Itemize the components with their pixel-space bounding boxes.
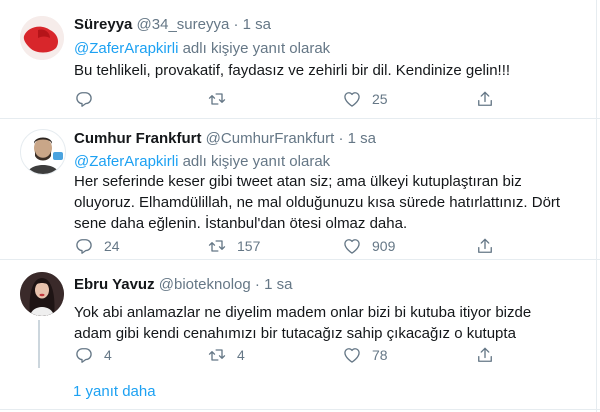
share-button[interactable]: [475, 343, 495, 367]
like-button[interactable]: 78: [342, 343, 388, 367]
mention-link[interactable]: @ZaferArapkirli: [74, 153, 178, 170]
reply-button[interactable]: 24: [74, 234, 120, 258]
retweet-count: 4: [237, 347, 245, 363]
timestamp[interactable]: · 1 sa: [234, 16, 272, 33]
tweet-text-line: Bu tehlikeli, provakatif, faydasız ve ze…: [74, 62, 511, 79]
tweet-actions: 24 157 909: [74, 234, 494, 258]
reply-count: 24: [104, 238, 120, 254]
retweet-icon: [208, 240, 226, 252]
like-icon: [344, 348, 360, 363]
tweet-actions: 25: [74, 87, 494, 111]
tweet-text: Bu tehlikeli, provakatif, faydasız ve ze…: [74, 60, 510, 81]
share-icon: [478, 347, 492, 362]
handle[interactable]: @CumhurFrankfurt: [206, 130, 335, 147]
retweet-button[interactable]: [207, 87, 237, 111]
display-name[interactable]: Cumhur Frankfurt: [74, 130, 202, 147]
like-button[interactable]: 25: [342, 87, 388, 111]
share-icon: [478, 238, 492, 253]
reply-context-text: adlı kişiye yanıt olarak: [178, 40, 331, 57]
reply-icon: [76, 92, 92, 107]
tweet-text: Yok abi anlamazlar ne diyelim madem onla…: [74, 302, 531, 344]
display-name[interactable]: Süreyya: [74, 16, 132, 33]
display-name[interactable]: Ebru Yavuz: [74, 276, 155, 293]
reply-context: @ZaferArapkirli adlı kişiye yanıt olarak: [74, 40, 330, 57]
reply-context: @ZaferArapkirli adlı kişiye yanıt olarak: [74, 153, 330, 170]
reply-count: 4: [104, 347, 112, 363]
like-count: 25: [372, 91, 388, 107]
share-button[interactable]: [475, 87, 495, 111]
tweet-2[interactable]: Cumhur Frankfurt @CumhurFrankfurt · 1 sa…: [0, 119, 600, 259]
handle[interactable]: @34_sureyya: [137, 16, 230, 33]
avatar[interactable]: [20, 272, 64, 316]
thread-line: [38, 320, 40, 368]
timestamp[interactable]: · 1 sa: [338, 130, 376, 147]
retweet-icon: [208, 93, 226, 105]
reply-button[interactable]: [74, 87, 104, 111]
tweet-text-line: sene daha eğlenin. İstanbul'dan ötesi ol…: [74, 215, 408, 232]
share-icon: [478, 91, 492, 106]
show-more-replies-link[interactable]: 1 yanıt daha: [73, 383, 156, 400]
tweet-header: Süreyya @34_sureyya · 1 sa: [74, 16, 271, 33]
like-icon: [344, 239, 360, 254]
tweet-text-line: Her seferinde keser gibi tweet atan siz;…: [74, 173, 522, 190]
handle[interactable]: @bioteknolog: [159, 276, 251, 293]
reply-context-text: adlı kişiye yanıt olarak: [178, 153, 331, 170]
tweet-text-line: Yok abi anlamazlar ne diyelim madem onla…: [74, 304, 532, 321]
tweet-1[interactable]: Süreyya @34_sureyya · 1 sa @ZaferArapkir…: [0, 0, 600, 118]
like-count: 909: [372, 238, 396, 254]
tweet-actions: 4 4 78: [74, 343, 494, 367]
like-button[interactable]: 909: [342, 234, 395, 258]
avatar[interactable]: [20, 129, 66, 175]
retweet-count: 157: [237, 238, 261, 254]
tweet-text: Her seferinde keser gibi tweet atan siz;…: [74, 171, 560, 234]
mention-link[interactable]: @ZaferArapkirli: [74, 40, 178, 57]
reply-icon: [76, 348, 92, 363]
avatar[interactable]: [20, 16, 64, 60]
retweet-icon: [208, 349, 226, 361]
divider: [0, 409, 600, 410]
timestamp[interactable]: · 1 sa: [255, 276, 293, 293]
tweet-text-line: adam gibi kendi cenahımızı bir tutacağız…: [74, 325, 516, 342]
tweet-header: Cumhur Frankfurt @CumhurFrankfurt · 1 sa: [74, 130, 376, 147]
reply-button[interactable]: 4: [74, 343, 112, 367]
tweet-text-line: oluyoruz. Elhamdülillah, ne mal olduğunu…: [74, 194, 561, 211]
like-icon: [344, 92, 360, 107]
tweet-3[interactable]: Ebru Yavuz @bioteknolog · 1 sa Yok abi a…: [0, 260, 600, 376]
share-button[interactable]: [475, 234, 495, 258]
retweet-button[interactable]: 4: [207, 343, 245, 367]
retweet-button[interactable]: 157: [207, 234, 260, 258]
like-count: 78: [372, 347, 388, 363]
reply-icon: [76, 239, 92, 254]
tweet-header: Ebru Yavuz @bioteknolog · 1 sa: [74, 276, 292, 293]
